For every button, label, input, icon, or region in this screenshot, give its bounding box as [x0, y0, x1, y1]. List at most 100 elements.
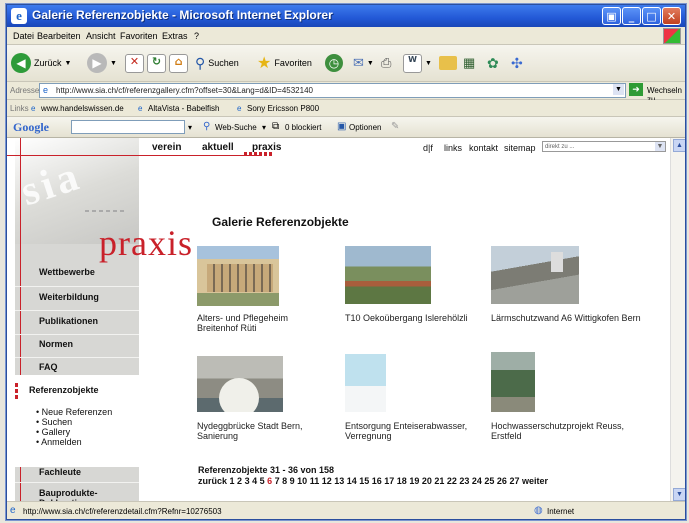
page-link[interactable]: 19 [407, 476, 419, 486]
page-link[interactable]: 11 [307, 476, 320, 486]
menu-favoriten[interactable]: Favoriten [120, 31, 158, 41]
page-link[interactable]: 6 [265, 476, 272, 486]
google-logo[interactable]: Google [13, 120, 49, 135]
link-handelswissen[interactable]: www.handelswissen.de [41, 104, 124, 113]
menu-ansicht[interactable]: Ansicht [86, 31, 116, 41]
scroll-up-icon[interactable]: ▲ [673, 139, 685, 152]
stop-button[interactable]: ✕ [125, 52, 144, 74]
page-link[interactable]: 26 [494, 476, 507, 486]
subnav-gallery[interactable]: • Gallery [36, 427, 70, 437]
side-nav-publikationen[interactable]: Publikationen [39, 316, 98, 326]
scroll-down-icon[interactable]: ▼ [673, 488, 685, 501]
subnav-anmelden[interactable]: • Anmelden [36, 437, 82, 447]
thumbnail-image[interactable] [491, 352, 535, 412]
options-button[interactable]: Optionen [349, 123, 381, 132]
page-link[interactable]: 9 [287, 476, 295, 486]
page-link[interactable]: 2 [235, 476, 242, 486]
page-link[interactable]: 23 [457, 476, 469, 486]
side-nav-wettbewerbe[interactable]: Wettbewerbe [39, 267, 95, 277]
back-button[interactable]: ◀ Zurück ▼ [11, 52, 71, 74]
popup-blocked-count[interactable]: 0 blockiert [285, 123, 321, 132]
menu-help[interactable]: ? [194, 31, 199, 41]
side-nav-referenzobjekte[interactable]: Referenzobjekte [29, 385, 99, 395]
thumbnail-image[interactable] [345, 246, 431, 304]
page-link[interactable]: 15 [357, 476, 369, 486]
page-link[interactable]: 27 [507, 476, 519, 486]
search-button[interactable]: ⚲ Suchen [195, 52, 239, 74]
thumbnail-image[interactable] [197, 246, 279, 306]
web-search-button[interactable]: Web-Suche [215, 123, 257, 132]
nav-verein[interactable]: verein [152, 142, 181, 153]
page-link[interactable]: 25 [482, 476, 494, 486]
chevron-down-icon[interactable]: ▼ [613, 84, 624, 95]
page-link[interactable]: 18 [394, 476, 407, 486]
thumbnail-image[interactable] [491, 246, 579, 304]
thumbnail-image[interactable] [197, 356, 283, 412]
edit-button[interactable]: W ▼ [403, 52, 432, 74]
refresh-button[interactable]: ↻ [147, 52, 166, 74]
menu-extras[interactable]: Extras [162, 31, 188, 41]
history-button[interactable]: ◷ [325, 52, 343, 74]
page-link[interactable]: 4 [250, 476, 257, 486]
page-link[interactable]: 24 [469, 476, 482, 486]
chevron-down-icon[interactable]: ▾ [188, 123, 192, 132]
menu-bearbeiten[interactable]: Bearbeiten [37, 31, 81, 41]
page-link[interactable]: 13 [332, 476, 344, 486]
mail-button[interactable]: ✉ ▼ [353, 52, 374, 74]
prev-page-link[interactable]: zurück [198, 476, 227, 486]
subnav-suchen[interactable]: • Suchen [36, 417, 72, 427]
page-link[interactable]: 22 [444, 476, 457, 486]
gallery-caption[interactable]: Hochwasserschutzprojekt Reuss, Erstfeld [491, 421, 651, 441]
page-link[interactable]: 20 [419, 476, 432, 486]
address-input[interactable]: e http://www.sia.ch/cf/referenzgallery.c… [39, 83, 626, 98]
home-button[interactable]: ⌂ [169, 52, 188, 74]
gallery-caption[interactable]: T10 Oekoübergang Islerehölzli [345, 313, 480, 323]
research-button[interactable]: ▦ [463, 52, 475, 74]
extension-button[interactable]: ✣ [511, 52, 523, 74]
page-link[interactable]: 12 [319, 476, 332, 486]
gallery-caption[interactable]: Lärmschutzwand A6 Wittigkofen Bern [491, 313, 641, 323]
side-nav-normen[interactable]: Normen [39, 339, 73, 349]
link-altavista[interactable]: AltaVista - Babelfish [148, 104, 219, 113]
forward-button[interactable]: ▶ ▼ [87, 52, 117, 74]
close-button[interactable]: ✕ [662, 7, 681, 25]
favorites-button[interactable]: ★ Favoriten [257, 52, 312, 74]
print-button[interactable]: ⎙ [381, 52, 391, 74]
page-link[interactable]: 7 [272, 476, 280, 486]
nav-sitemap[interactable]: sitemap [504, 143, 536, 153]
folder-button[interactable] [439, 52, 457, 74]
nav-kontakt[interactable]: kontakt [469, 143, 498, 153]
side-nav-faq[interactable]: FAQ [39, 362, 58, 372]
side-nav-fachleute[interactable]: Fachleute [39, 467, 81, 477]
thumbnail-image[interactable] [345, 354, 386, 412]
page-link[interactable]: 21 [432, 476, 444, 486]
restore-window-button[interactable]: ▣ [602, 7, 621, 25]
vertical-scrollbar[interactable]: ▲ ▼ [670, 138, 685, 501]
direkt-zu-select[interactable]: direkt zu ... ▼ [542, 141, 666, 152]
gallery-caption[interactable]: Entsorgung Enteiserabwasser, Verregnung [345, 421, 485, 441]
minimize-button[interactable]: _ [622, 7, 641, 25]
page-link[interactable]: 17 [382, 476, 394, 486]
side-nav-bauprodukte[interactable]: Bauprodukte-Deklaration [39, 488, 129, 501]
page-link[interactable]: 10 [295, 476, 307, 486]
go-arrow-icon[interactable]: ➜ [629, 83, 643, 96]
next-page-link[interactable]: weiter [522, 476, 548, 486]
gallery-caption[interactable]: Alters- und Pflegeheim Breitenhof Rüti [197, 313, 322, 333]
messenger-button[interactable]: ✿ [487, 52, 499, 74]
page-link[interactable]: 14 [344, 476, 357, 486]
gallery-caption[interactable]: Nydeggbrücke Stadt Bern, Sanierung [197, 421, 332, 441]
pencil-icon[interactable]: ✎ [391, 121, 399, 132]
link-sony-ericsson[interactable]: Sony Ericsson P800 [247, 104, 319, 113]
maximize-button[interactable]: □ [642, 7, 661, 25]
page-link[interactable]: 16 [369, 476, 382, 486]
google-search-input[interactable] [71, 120, 185, 134]
side-nav-weiterbildung[interactable]: Weiterbildung [39, 292, 99, 302]
page-link[interactable]: 3 [242, 476, 250, 486]
lang-switch[interactable]: d|f [423, 143, 433, 153]
nav-praxis[interactable]: praxis [252, 142, 281, 153]
menu-datei[interactable]: Datei [13, 31, 34, 41]
nav-links[interactable]: links [444, 143, 462, 153]
chevron-down-icon[interactable]: ▾ [262, 123, 266, 132]
subnav-neue-referenzen[interactable]: • Neue Referenzen [36, 407, 112, 417]
nav-aktuell[interactable]: aktuell [202, 142, 234, 153]
